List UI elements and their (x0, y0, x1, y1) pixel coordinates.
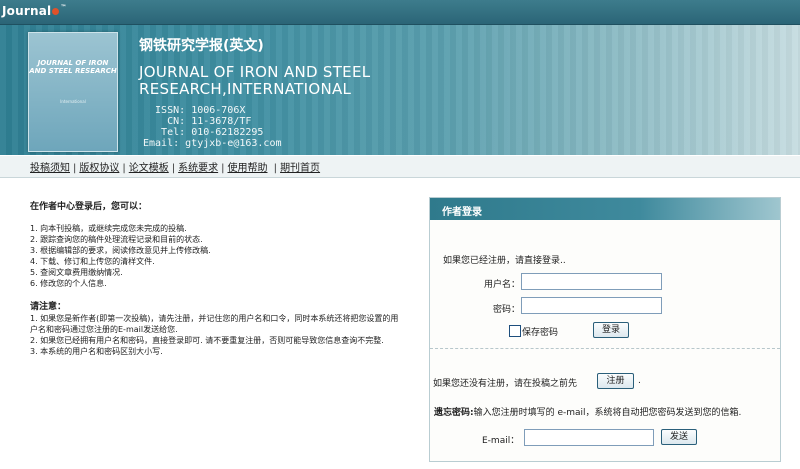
note-item: 3. 本系统的用户名和密码区别大小写. (30, 347, 163, 356)
logo-dot-icon (52, 7, 60, 15)
journal-logo[interactable]: Journal ™ (2, 4, 67, 18)
journal-banner: JOURNAL OF IRON AND STEEL RESEARCH Inter… (0, 25, 800, 155)
nav-link-help[interactable]: 使用帮助 (228, 163, 268, 174)
author-login-panel: 作者登录 如果您已经注册，请直接登录.. 用户名： 密码： 保存密码 登录 如果… (429, 197, 781, 462)
password-label: 密码： (492, 305, 520, 315)
panel-title: 作者登录 (442, 207, 482, 218)
note-item: 1. 如果您是新作者(即第一次投稿)，请先注册，并记住您的用户名和口令，同时本系… (30, 314, 399, 334)
remember-password-checkbox[interactable] (509, 325, 521, 337)
journal-cover-image: JOURNAL OF IRON AND STEEL RESEARCH Inter… (28, 32, 118, 152)
author-info-section: 在作者中心登录后，您可以： 1. 向本刊投稿，或继续完成您未完成的投稿. 2. … (30, 202, 400, 357)
nav-bar: 投稿须知 | 版权协议 | 论文模板 | 系统要求 | 使用帮助 | 期刊首页 (0, 156, 800, 178)
logo-text: Journal (2, 4, 52, 18)
email-input[interactable] (524, 429, 654, 446)
username-input[interactable] (521, 273, 662, 290)
forgot-password-text: 遗忘密码:输入您注册时填写的 e-mail，系统将自动把您密码发送到您的信箱. (434, 408, 742, 418)
forgot-password-label: 遗忘密码: (434, 408, 474, 418)
nav-link-home[interactable]: 期刊首页 (280, 163, 320, 174)
info-issn: ISSN: 1006-706X (143, 105, 246, 116)
info-email: Email: gtyjxb-e@163.com (143, 138, 282, 149)
login-button[interactable]: 登录 (593, 322, 629, 338)
nav-link-guidelines[interactable]: 投稿须知 (30, 163, 70, 174)
nav-links: 投稿须知 | 版权协议 | 论文模板 | 系统要求 | 使用帮助 | 期刊首页 (30, 163, 321, 174)
login-intro: 如果您已经注册，请直接登录.. (443, 256, 566, 266)
email-label: E-mail： (482, 436, 520, 446)
info-tel: Tel: 010-62182295 (143, 127, 264, 138)
list-item: 2. 跟踪查询您的稿件处理流程记录和目前的状态. (30, 235, 203, 244)
journal-info: ISSN: 1006-706X CN: 11-3678/TF Tel: 010-… (143, 105, 281, 149)
username-label: 用户名： (483, 280, 520, 290)
info-cn: CN: 11-3678/TF (143, 116, 252, 127)
logo-tm: ™ (60, 4, 67, 11)
list-item: 4. 下载、修订和上传您的清样文件. (30, 257, 155, 266)
cover-subtitle: International (60, 99, 86, 104)
note-item: 2. 如果您已经拥有用户名和密码，直接登录即可. 请不要重复注册，否则可能导致您… (30, 336, 384, 345)
journal-title-en: JOURNAL OF IRON AND STEEL RESEARCH,INTER… (139, 63, 371, 98)
register-button[interactable]: 注册 (597, 373, 634, 389)
list-item: 5. 查阅文章费用缴纳情况. (30, 268, 123, 277)
journal-title-cn: 钢铁研究学报(英文) (139, 38, 264, 54)
list-item: 3. 根据编辑部的要求，阅读修改意见并上传修改稿. (30, 246, 211, 255)
nav-link-copyright[interactable]: 版权协议 (79, 163, 119, 174)
list-item: 1. 向本刊投稿，或继续完成您未完成的投稿. (30, 224, 187, 233)
remember-password-label: 保存密码 (522, 328, 559, 338)
cover-title: JOURNAL OF IRON AND STEEL RESEARCH (29, 59, 117, 75)
nav-link-template[interactable]: 论文模板 (129, 163, 169, 174)
top-bar: Journal ™ (0, 0, 800, 25)
register-suffix: . (638, 376, 641, 386)
send-button[interactable]: 发送 (661, 429, 697, 445)
panel-header: 作者登录 (430, 198, 780, 220)
section-heading: 在作者中心登录后，您可以： (30, 202, 148, 212)
note-heading: 请注意： (30, 302, 67, 312)
nav-link-requirements[interactable]: 系统要求 (178, 163, 218, 174)
register-prompt: 如果您还没有注册，请在投稿之前先 (433, 379, 578, 389)
list-item: 6. 修改您的个人信息. (30, 279, 107, 288)
password-input[interactable] (521, 297, 662, 314)
